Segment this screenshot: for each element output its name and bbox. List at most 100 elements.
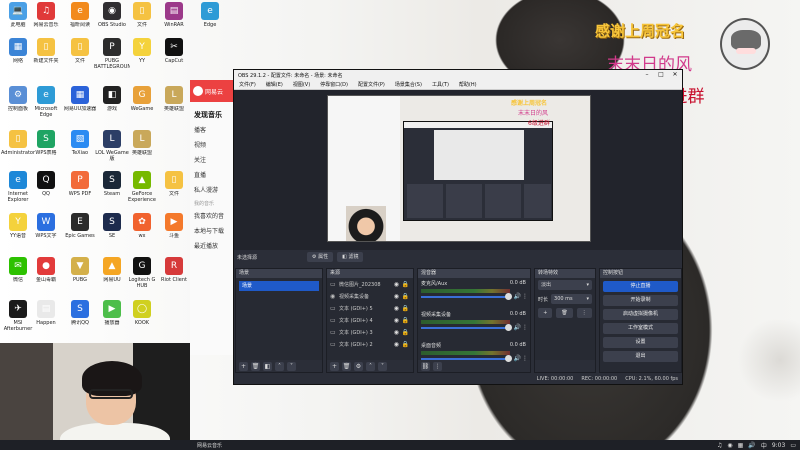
stop-streaming-button[interactable]: 停止直播 [603, 281, 678, 292]
music-nav-follow[interactable]: 关注 [190, 153, 234, 168]
music-nav-discover[interactable]: 发现音乐 [190, 108, 234, 123]
volume-icon[interactable]: 🔊 [748, 442, 755, 449]
desktop-shortcut[interactable]: ✂ CapCut [156, 38, 192, 70]
desktop-shortcut[interactable]: ▯ 文件 [124, 2, 160, 34]
desktop-shortcut[interactable]: ♫ 网易云音乐 [28, 2, 64, 34]
desktop-shortcut[interactable]: ▯ 新建文件夹 [28, 38, 64, 70]
menu-scene-collection[interactable]: 场景集合(S) [390, 81, 427, 88]
desktop-shortcut[interactable]: ▼ PUBG [62, 257, 98, 289]
volume-slider[interactable] [421, 327, 510, 329]
link-icon[interactable]: ⛓ [421, 361, 430, 371]
move-down-icon[interactable]: ˅ [287, 361, 296, 371]
volume-slider[interactable] [421, 296, 510, 298]
desktop-shortcut[interactable]: R Riot Client [156, 257, 192, 289]
desktop-shortcut[interactable]: ● 金山毒霸 [28, 257, 64, 289]
add-icon[interactable]: + [330, 361, 339, 371]
properties-button[interactable]: ⚙ 属性 [307, 252, 334, 262]
desktop-shortcut[interactable]: e Microsoft Edge [28, 86, 64, 118]
taskbar-app-netease[interactable]: 网易云音乐 [193, 442, 226, 449]
volume-slider-handle[interactable] [505, 293, 512, 300]
desktop-shortcut[interactable]: W WPS文字 [28, 213, 64, 245]
trash-icon[interactable]: 🗑 [556, 308, 573, 318]
source-row[interactable]: ▭ 文本 (GDI+) 4 ◉ 🔒 [327, 314, 413, 326]
desktop-shortcut[interactable]: P WPS PDF [62, 171, 98, 203]
source-row[interactable]: ▭ 文本 (GDI+) 3 ◉ 🔒 [327, 326, 413, 338]
menu-file[interactable]: 文件(F) [234, 81, 261, 88]
desktop-shortcut[interactable]: ▯ 文件 [62, 38, 98, 70]
ime-icon[interactable]: 中 [761, 441, 767, 450]
desktop-shortcut[interactable]: L 英雄联盟 [124, 130, 160, 162]
menu-edit[interactable]: 编辑(E) [261, 81, 288, 88]
filter-icon[interactable]: ◧ [263, 361, 272, 371]
visibility-eye-icon[interactable]: ◉ [394, 281, 399, 288]
start-virtual-camera-button[interactable]: 启动虚拟摄像机 [603, 309, 678, 320]
move-up-icon[interactable]: ˄ [366, 361, 375, 371]
lock-icon[interactable]: 🔒 [402, 305, 409, 312]
netease-tray-icon[interactable]: ♫ [717, 442, 722, 449]
add-icon[interactable]: + [239, 361, 248, 371]
lock-icon[interactable]: 🔒 [402, 329, 409, 336]
source-row[interactable]: ◉ 视频采集设备 ◉ 🔒 [327, 290, 413, 302]
more-icon[interactable]: ⋮ [433, 361, 442, 371]
lock-icon[interactable]: 🔒 [402, 341, 409, 348]
speaker-icon[interactable]: 🔊 [514, 293, 521, 300]
music-nav-podcast[interactable]: 播客 [190, 123, 234, 138]
trash-icon[interactable]: 🗑 [251, 361, 260, 371]
desktop-shortcut[interactable]: G WeGame [124, 86, 160, 118]
desktop-shortcut[interactable]: S 腾讯QQ [62, 300, 98, 332]
lock-icon[interactable]: 🔒 [402, 317, 409, 324]
desktop-shortcut[interactable]: e 福昕阅读 [62, 2, 98, 34]
program-preview[interactable]: 感谢上周冠名 末末日的风 6级进群 [327, 95, 591, 242]
desktop-shortcut[interactable]: Y YY [124, 38, 160, 70]
desktop-shortcut[interactable]: e Edge [192, 2, 228, 34]
obs-titlebar[interactable]: OBS 29.1.2 - 配置文件: 未命名 - 场景: 未命名 – □ ✕ [234, 70, 682, 80]
lock-icon[interactable]: 🔒 [402, 293, 409, 300]
move-up-icon[interactable]: ˄ [275, 361, 284, 371]
visibility-eye-icon[interactable]: ◉ [394, 317, 399, 324]
transition-type-select[interactable]: 淡出 [538, 280, 592, 290]
music-nav-local[interactable]: 本地与下载 [190, 224, 234, 239]
desktop-shortcut[interactable]: ▤ WinRAR [156, 2, 192, 34]
desktop-shortcut[interactable]: ▶ 斗鱼 [156, 213, 192, 245]
music-nav-recent[interactable]: 最近播放 [190, 239, 234, 254]
more-icon[interactable]: ⋮ [576, 308, 592, 318]
source-row[interactable]: ▭ 文本 (GDI+) 5 ◉ 🔒 [327, 302, 413, 314]
source-row[interactable]: ▭ 微信图片_202308 ◉ 🔒 [327, 278, 413, 290]
filters-button[interactable]: ◧ 滤镜 [337, 252, 364, 262]
desktop-shortcut[interactable]: ▤ Happen [28, 300, 64, 332]
desktop-shortcut[interactable]: S WPS表格 [28, 130, 64, 162]
speaker-icon[interactable]: 🔊 [514, 324, 521, 331]
minimize-icon[interactable]: – [640, 70, 654, 80]
desktop-shortcut[interactable]: ▯ 文件 [156, 171, 192, 203]
notification-icon[interactable]: ▭ [790, 442, 796, 449]
menu-help[interactable]: 帮助(H) [454, 81, 482, 88]
music-nav-fm[interactable]: 私人漫游 [190, 183, 234, 198]
desktop-shortcut[interactable]: ▦ 网易UU加速器 [62, 86, 98, 118]
network-icon[interactable]: ▦ [738, 442, 744, 449]
visibility-eye-icon[interactable]: ◉ [394, 305, 399, 312]
maximize-icon[interactable]: □ [654, 70, 668, 80]
add-transition-icon[interactable]: + [538, 308, 553, 318]
visibility-eye-icon[interactable]: ◉ [394, 329, 399, 336]
close-icon[interactable]: ✕ [668, 70, 682, 80]
gear-icon[interactable]: ⚙ [354, 361, 363, 371]
music-nav-video[interactable]: 视频 [190, 138, 234, 153]
desktop-shortcut[interactable]: ▧ TeXiao [62, 130, 98, 162]
obs-tray-icon[interactable]: ◉ [727, 442, 732, 449]
start-recording-button[interactable]: 开始录制 [603, 295, 678, 306]
visibility-eye-icon[interactable]: ◉ [394, 293, 399, 300]
volume-slider-handle[interactable] [505, 324, 512, 331]
settings-button[interactable]: 设置 [603, 337, 678, 348]
desktop-shortcut[interactable]: Q QQ [28, 171, 64, 203]
desktop-shortcut[interactable]: E Epic Games [62, 213, 98, 245]
move-down-icon[interactable]: ˅ [378, 361, 387, 371]
trash-icon[interactable]: 🗑 [342, 361, 351, 371]
menu-view[interactable]: 视图(V) [288, 81, 315, 88]
source-row[interactable]: ▭ 文本 (GDI+) 2 ◉ 🔒 [327, 338, 413, 350]
clock[interactable]: 9:03 [772, 442, 785, 449]
desktop-shortcut[interactable]: L 英雄联盟 [156, 86, 192, 118]
more-icon[interactable]: ⋮ [522, 293, 528, 300]
desktop-shortcut[interactable]: ▲ GeForce Experience [124, 171, 160, 203]
music-nav-liked[interactable]: 我喜欢的音 [190, 209, 234, 224]
desktop-shortcut[interactable]: G Logitech G HUB [124, 257, 160, 289]
